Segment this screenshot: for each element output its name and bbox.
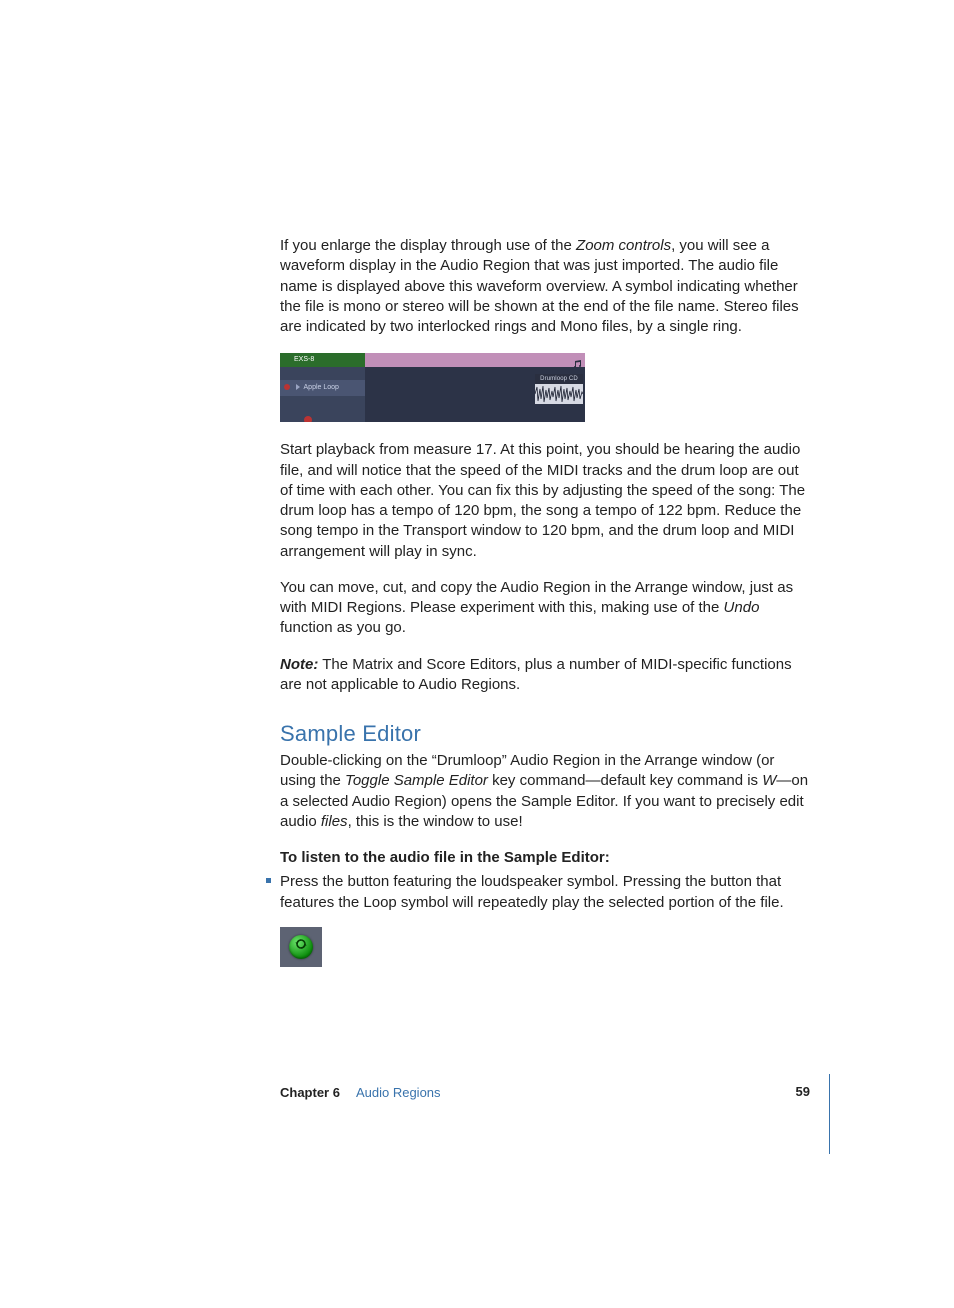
- red-indicator: [304, 416, 312, 422]
- waveform-thumbnail: [535, 384, 583, 404]
- italic-zoom-controls: Zoom controls: [576, 237, 671, 254]
- page-footer: Chapter 6 Audio Regions 59: [280, 1084, 810, 1108]
- text: , this is the window to use!: [348, 813, 523, 830]
- region-pink-bar: [365, 353, 585, 367]
- audio-region-label: Drumloop CD: [535, 374, 583, 384]
- chevron-icon: [294, 382, 302, 392]
- text: key command—default key command is: [488, 772, 762, 789]
- track-green-label: EXS-8: [294, 356, 314, 363]
- paragraph-move-cut-copy: You can move, cut, and copy the Audio Re…: [280, 578, 810, 639]
- paragraph-sample-editor-intro: Double-clicking on the “Drumloop” Audio …: [280, 751, 810, 832]
- track-header: Apple Loop: [280, 380, 365, 396]
- track-green-bar: EXS-8: [280, 353, 365, 367]
- footer-chapter: Chapter 6 Audio Regions: [280, 1085, 441, 1100]
- chapter-title: Audio Regions: [356, 1085, 441, 1100]
- italic-w-key: W: [762, 772, 776, 789]
- note-paragraph: Note: The Matrix and Score Editors, plus…: [280, 655, 810, 696]
- text: function as you go.: [280, 619, 406, 636]
- instruction-heading: To listen to the audio file in the Sampl…: [280, 848, 810, 868]
- chapter-number: Chapter 6: [280, 1085, 340, 1100]
- italic-files: files: [321, 813, 348, 830]
- section-heading-sample-editor: Sample Editor: [280, 721, 810, 747]
- record-icon: [282, 382, 292, 392]
- square-bullet-icon: [266, 878, 271, 883]
- footer-rule: [829, 1074, 830, 1154]
- document-page: If you enlarge the display through use o…: [0, 0, 954, 1308]
- music-note-icon: [573, 355, 583, 363]
- paragraph-zoom-controls: If you enlarge the display through use o…: [280, 236, 810, 337]
- list-item-text: Press the button featuring the loudspeak…: [280, 873, 784, 910]
- figure-arrange-window: EXS-8 Apple Loop Drumloop CD: [280, 353, 585, 422]
- loop-button: [289, 935, 313, 959]
- content-column: If you enlarge the display through use o…: [280, 236, 810, 967]
- text: You can move, cut, and copy the Audio Re…: [280, 579, 793, 616]
- italic-undo: Undo: [724, 599, 760, 616]
- italic-toggle-sample-editor: Toggle Sample Editor: [345, 772, 488, 789]
- paragraph-playback: Start playback from measure 17. At this …: [280, 440, 810, 562]
- note-label: Note:: [280, 656, 318, 673]
- loop-icon: [294, 937, 308, 956]
- instruction-list: Press the button featuring the loudspeak…: [280, 872, 810, 913]
- figure-loop-button: [280, 927, 322, 967]
- page-number: 59: [796, 1084, 810, 1099]
- text: If you enlarge the display through use o…: [280, 237, 576, 254]
- track-label: Apple Loop: [304, 384, 339, 391]
- list-item: Press the button featuring the loudspeak…: [280, 872, 810, 913]
- note-text: The Matrix and Score Editors, plus a num…: [280, 656, 792, 693]
